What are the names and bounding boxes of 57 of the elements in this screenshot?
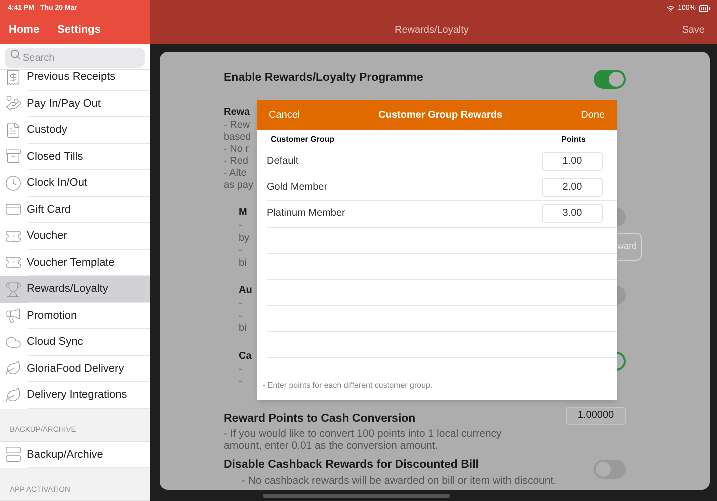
conversion-field[interactable]: 1.00000: [566, 406, 626, 424]
points-field[interactable]: 2.00: [542, 178, 603, 197]
column-header: Points: [562, 134, 586, 146]
search-icon: [10, 49, 21, 60]
setting-title: Reward Points to Cash Conversion: [224, 412, 417, 426]
setting-title: M: [239, 206, 248, 220]
leaf-icon: [5, 386, 22, 404]
setting-description: bi: [239, 323, 247, 336]
leaf-icon: [5, 360, 22, 378]
setting-description: - If you would like to convert 100 points into 1 local currency amount, enter 0.01 as the conversion amount.: [224, 428, 503, 453]
setting-description: -: [239, 220, 242, 232]
setting-title: Enable Rewards/Loyalty Programme: [224, 71, 424, 86]
megaphone-icon: [5, 307, 22, 324]
sidebar-item[interactable]: Backup/Archive: [0, 442, 150, 468]
clock-icon: [5, 174, 22, 192]
save-button[interactable]: Save: [682, 22, 705, 38]
dialog-note: - Enter points for each different customer group.: [263, 380, 433, 392]
column-header: Customer Group: [271, 134, 335, 146]
search-field[interactable]: Search: [5, 48, 145, 68]
sidebar-item[interactable]: Promotion: [0, 302, 150, 329]
server-icon: [5, 446, 22, 464]
battery-icon: [699, 3, 711, 15]
setting-description: by: [239, 232, 250, 245]
trophy-icon: [5, 280, 22, 298]
nav-link[interactable]: Settings: [58, 22, 101, 38]
setting-title: Au: [239, 284, 252, 298]
setting-description: -: [239, 364, 242, 376]
setting-description: - No r: [224, 144, 249, 156]
group-name: Platinum Member: [267, 207, 346, 222]
hand-coin-icon: [5, 95, 22, 112]
setting-title: Rewa: [224, 106, 250, 120]
setting-description: - No cashback rewards will be awarded on bill or item with discount.: [241, 474, 557, 489]
setting-description: - Alte: [224, 168, 247, 180]
document-icon: [5, 122, 22, 139]
setting-description: based: [224, 132, 252, 144]
points-field[interactable]: 1.00: [542, 152, 603, 171]
setting-description: -: [239, 310, 242, 323]
setting-description: as pay: [224, 180, 254, 192]
receipt-icon: [5, 70, 22, 86]
setting-title: Ca: [239, 350, 252, 364]
dialog-title: Customer Group Rewards: [378, 108, 503, 122]
page-title: Rewards/Loyalty: [395, 24, 469, 38]
group-name: Gold Member: [267, 180, 328, 195]
setting-description: -: [239, 376, 242, 388]
group-name: Default: [267, 154, 299, 169]
setting-title: Disable Cashback Rewards for Discounted Bill: [224, 458, 480, 473]
wifi-icon: [667, 5, 676, 13]
setting-description: -: [239, 245, 242, 258]
setting-description: bi: [239, 258, 247, 270]
setting-description: - Red: [224, 156, 248, 168]
sidebar-item[interactable]: Rewards/Loyalty: [0, 276, 150, 302]
setting-description: -: [239, 298, 242, 310]
nav-link[interactable]: Home: [9, 22, 40, 38]
toggle-switch[interactable]: [594, 70, 626, 89]
archive-icon: [5, 148, 22, 166]
points-field[interactable]: 3.00: [542, 204, 603, 224]
setting-description: - Rew: [224, 120, 250, 132]
